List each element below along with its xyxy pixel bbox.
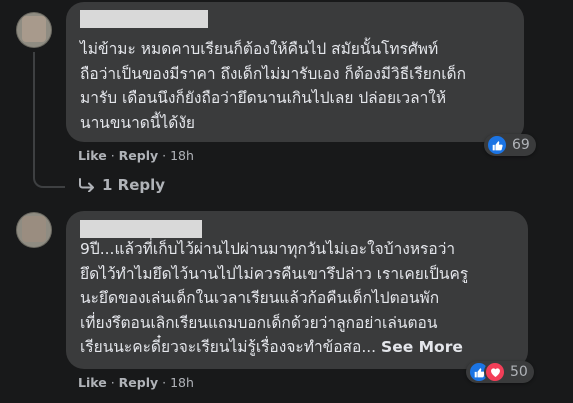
separator: · <box>110 375 115 390</box>
comment-bubble: ไม่ข้ามะ หมดคาบเรียนก็ต้องให้คืนไป สมัยน… <box>66 2 524 142</box>
heart-icon <box>484 361 506 383</box>
comment-actions: Like · Reply · 18h <box>78 375 194 390</box>
author-name-redacted[interactable] <box>80 10 208 28</box>
reply-count-label: 1 Reply <box>102 176 166 194</box>
reply-button[interactable]: Reply <box>119 375 158 390</box>
reaction-summary[interactable]: 69 <box>484 134 536 156</box>
reaction-summary[interactable]: 50 <box>466 361 534 383</box>
comment-text: 9ปี...แล้วที่เก็บไว้ผ่านไปผ่านมาทุกวันไม… <box>80 237 524 360</box>
comment-actions: Like · Reply · 18h <box>78 148 194 163</box>
separator: · <box>110 148 115 163</box>
reply-button[interactable]: Reply <box>119 148 158 163</box>
separator: · <box>162 375 167 390</box>
comment-bubble: 9ปี...แล้วที่เก็บไว้ผ่านไปผ่านมาทุกวันไม… <box>66 211 528 369</box>
timestamp[interactable]: 18h <box>170 148 194 163</box>
reaction-count: 50 <box>510 364 528 380</box>
comment-text: ไม่ข้ามะ หมดคาบเรียนก็ต้องให้คืนไป สมัยน… <box>80 40 467 132</box>
avatar[interactable] <box>16 212 52 248</box>
see-more-link[interactable]: See More <box>381 338 463 356</box>
like-button[interactable]: Like <box>78 148 107 163</box>
reply-arrow-icon <box>79 178 94 192</box>
timestamp[interactable]: 18h <box>170 375 194 390</box>
thread-line <box>33 52 35 172</box>
thread-connector <box>33 160 65 188</box>
separator: · <box>162 148 167 163</box>
reaction-count: 69 <box>512 137 530 153</box>
like-button[interactable]: Like <box>78 375 107 390</box>
avatar[interactable] <box>16 12 52 48</box>
view-replies-link[interactable]: 1 Reply <box>78 176 165 194</box>
thumbs-up-icon <box>486 134 508 156</box>
author-name-redacted[interactable] <box>80 220 202 238</box>
